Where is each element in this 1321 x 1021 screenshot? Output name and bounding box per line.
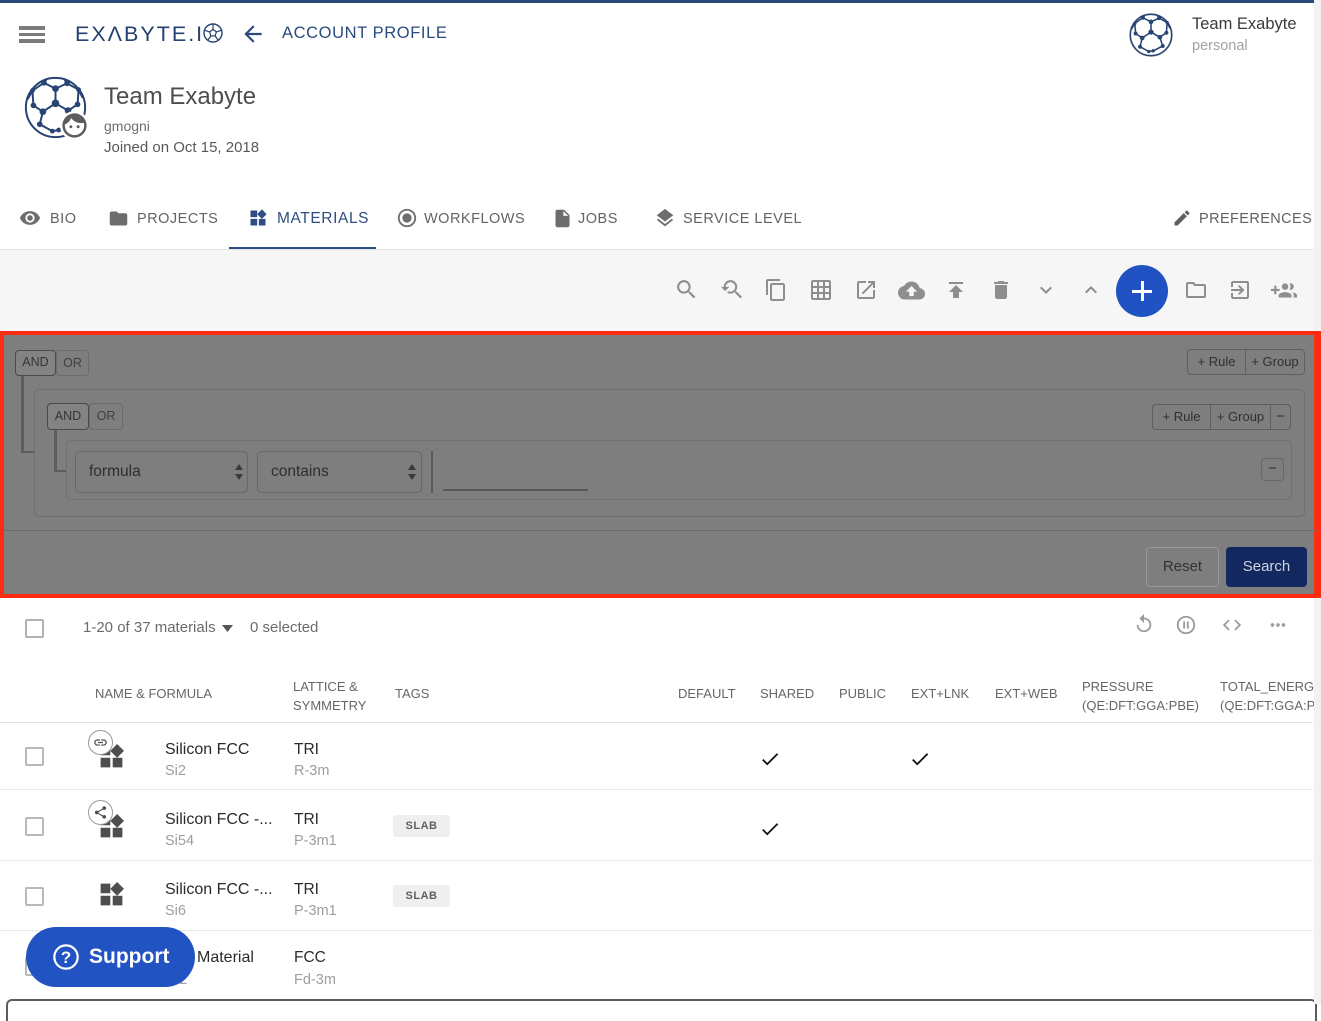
svg-text:?: ?	[61, 948, 71, 967]
